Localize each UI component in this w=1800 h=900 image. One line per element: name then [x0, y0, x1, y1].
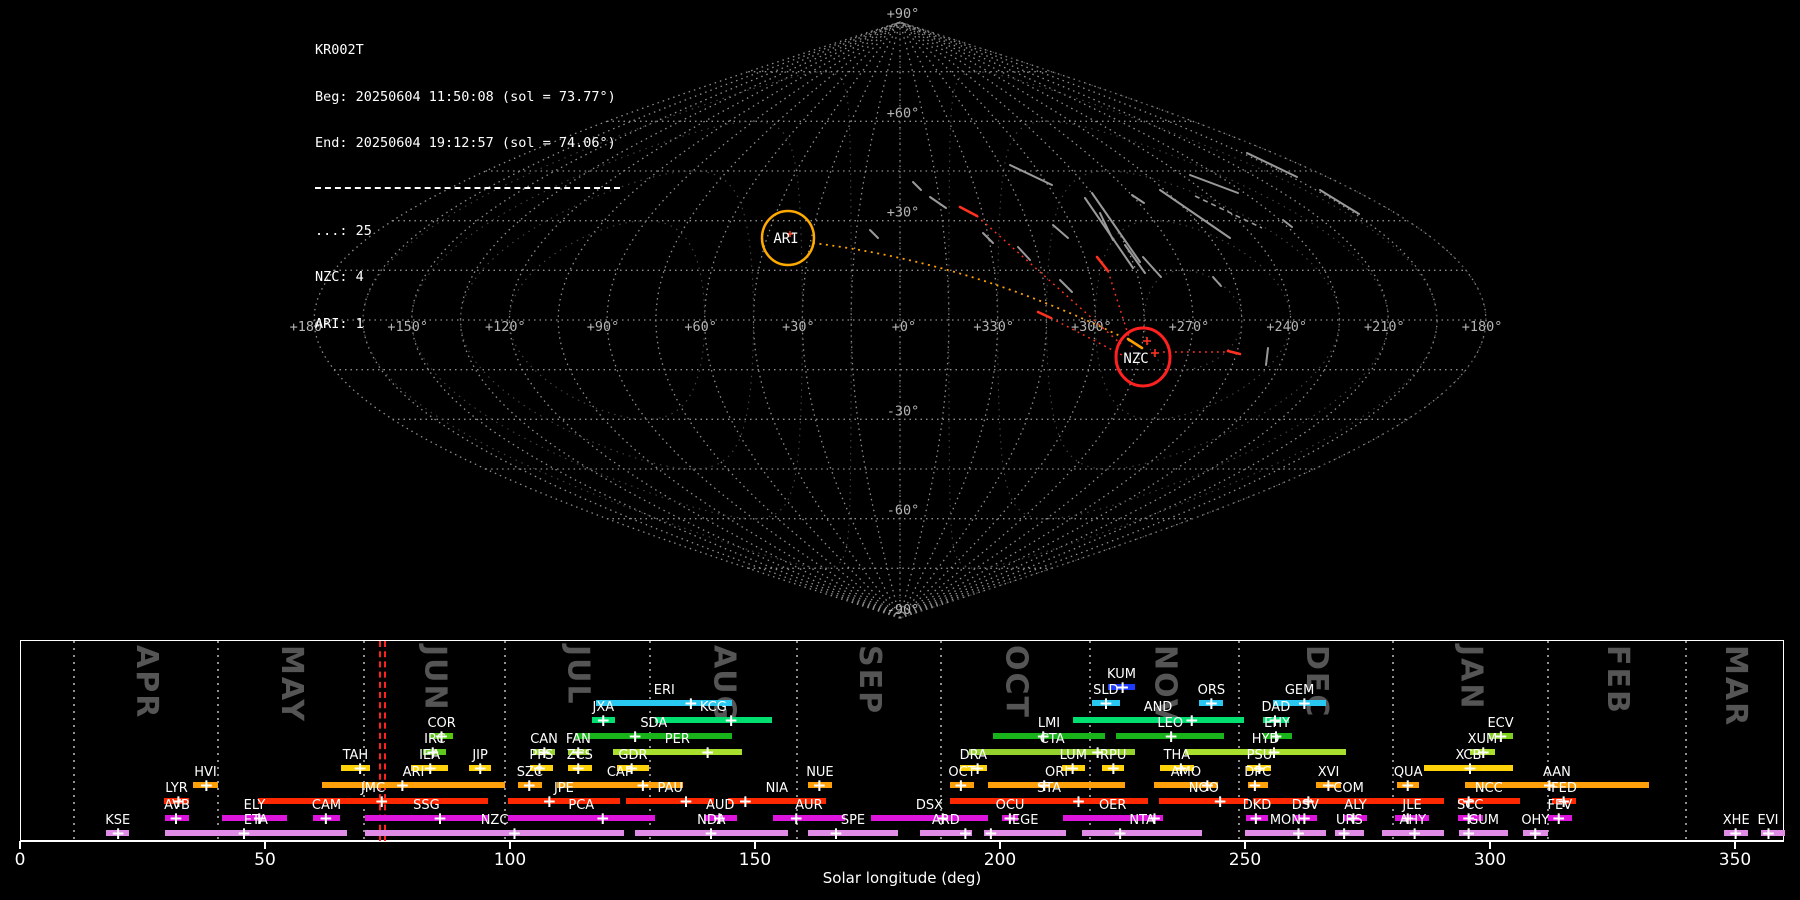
peak-marker-ard: + — [958, 824, 973, 844]
month-label-oct: OCT — [998, 645, 1034, 719]
peak-marker-pca: + — [595, 808, 610, 829]
peak-marker-ors: + — [1204, 694, 1219, 714]
x-axis-title: Solar longitude (deg) — [822, 869, 982, 887]
shower-label-noo: NOO — [1188, 781, 1219, 796]
shower-label-jmc: JMC — [360, 781, 386, 796]
month-label-may: MAY — [274, 645, 310, 723]
peak-marker-ahy: + — [1407, 824, 1422, 844]
x-tick-label-100: 100 — [493, 850, 527, 870]
month-label-jan: JAN — [1453, 645, 1489, 711]
shower-bar-nta — [1082, 830, 1202, 836]
peak-marker-spe: + — [828, 824, 844, 844]
shower-label-and: AND — [1143, 699, 1173, 715]
peak-marker-xcb: + — [1462, 759, 1478, 779]
month-gridline-jun — [362, 641, 365, 841]
shower-label-ssg: SSG — [413, 797, 440, 813]
month-gridline-jul — [504, 641, 507, 841]
shower-label-ori: ORI — [1045, 764, 1069, 780]
radiant-map-screen: +180° +150° +120° +90° +60° +30° +0° +330° +300°… — [0, 0, 1800, 900]
x-tick-200 — [999, 841, 1001, 849]
shower-bar-spe — [807, 830, 899, 836]
peak-marker-nue: + — [812, 775, 827, 796]
x-tick-label-0: 0 — [14, 850, 26, 870]
peak-marker-rpu: + — [1106, 759, 1121, 779]
month-label-sep: SEP — [851, 645, 887, 716]
peak-marker-nta: + — [1113, 824, 1128, 844]
shower-label-aur: AUR — [795, 797, 823, 813]
x-tick-label-350: 350 — [1718, 850, 1752, 870]
peak-marker-ohy: + — [1528, 824, 1543, 844]
shower-label-hyd: HYD — [1251, 731, 1280, 747]
x-tick-300 — [1489, 841, 1491, 849]
x-tick-50 — [264, 841, 266, 849]
peak-marker-ege: + — [983, 824, 998, 844]
shower-label-ege: EGE — [1011, 813, 1039, 828]
x-tick-250 — [1244, 841, 1246, 849]
peak-marker-aur: + — [789, 808, 804, 829]
x-tick-label-300: 300 — [1473, 850, 1507, 870]
peak-marker-qua: + — [1400, 775, 1415, 796]
x-tick-label-200: 200 — [983, 850, 1017, 870]
shower-label-mon: MON — [1269, 813, 1302, 828]
shower-label-nia: NIA — [765, 781, 789, 796]
peak-marker-tah: + — [353, 759, 368, 779]
peak-marker-cam: + — [318, 808, 333, 829]
peak-marker-evi: + — [1761, 824, 1776, 844]
month-label-jul: JUL — [560, 645, 596, 706]
peak-marker-nda: + — [703, 824, 719, 844]
peak-marker-zcs: + — [571, 759, 586, 779]
x-tick-label-150: 150 — [738, 850, 772, 870]
x-tick-0 — [19, 841, 21, 849]
x-tick-100 — [509, 841, 511, 849]
peak-marker-jxa: + — [596, 710, 611, 731]
shower-bar-pca — [507, 814, 656, 821]
shower-label-cta: CTA — [1039, 731, 1065, 747]
shower-label-eta: ETA — [243, 813, 268, 828]
peak-marker-jmc: + — [374, 792, 389, 812]
month-label-feb: FEB — [1600, 645, 1636, 715]
peak-marker-urs: + — [1336, 824, 1352, 844]
shower-label-dsx: DSX — [915, 797, 944, 813]
peak-marker-ssg: + — [432, 808, 448, 829]
x-tick-150 — [754, 841, 756, 849]
shower-bar-mon — [1245, 830, 1326, 836]
peak-marker-gum: + — [1461, 824, 1476, 844]
peak-marker-nzc: + — [507, 824, 522, 844]
shower-label-oer: OER — [1098, 797, 1127, 813]
peak-marker-oct: + — [953, 775, 969, 796]
peak-marker-eta: + — [236, 824, 252, 844]
peak-marker-dpc: + — [1247, 775, 1263, 796]
month-gridline-apr — [72, 641, 75, 841]
activity-timeline-chart: Solar longitude (deg) APR MAY JUN JUL AUG SEP… — [0, 0, 1800, 900]
month-label-apr: APR — [129, 645, 165, 720]
shower-label-pau: PAU — [657, 781, 683, 796]
x-tick-label-250: 250 — [1228, 850, 1262, 870]
peak-marker-avb: + — [168, 808, 184, 829]
peak-marker-kcg: + — [723, 710, 739, 731]
peak-marker-sda: + — [627, 727, 643, 747]
peak-marker-sld: + — [1098, 694, 1114, 714]
peak-marker-kse: + — [111, 824, 126, 844]
shower-label-jpe: JPE — [553, 781, 574, 796]
shower-bar-eta — [165, 830, 347, 836]
month-gridline-mar — [1685, 641, 1688, 841]
peak-marker-per: + — [700, 742, 715, 763]
shower-label-aan: AAN — [1542, 764, 1571, 780]
x-tick-label-50: 50 — [254, 850, 276, 870]
peak-marker-leo: + — [1164, 727, 1179, 747]
x-tick-350 — [1734, 841, 1736, 849]
month-label-mar: MAR — [1718, 645, 1754, 728]
month-label-jun: JUN — [417, 645, 453, 712]
shower-label-ari: ARI — [402, 764, 425, 780]
shower-bar-nzc — [364, 830, 625, 836]
peak-marker-jip: + — [473, 759, 488, 779]
peak-marker-mon: + — [1291, 824, 1306, 844]
peak-marker-xhe: + — [1728, 824, 1743, 844]
shower-label-com: COM — [1333, 781, 1364, 796]
